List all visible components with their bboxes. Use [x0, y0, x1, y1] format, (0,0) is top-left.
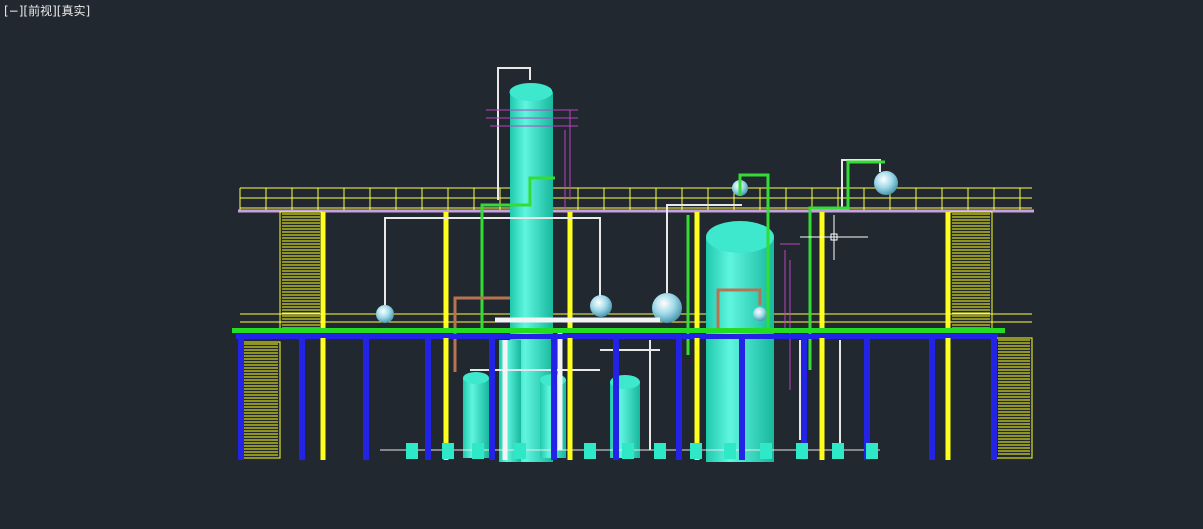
pump-icon — [866, 443, 878, 459]
pump-icon — [796, 443, 808, 459]
mid-platform-deck — [232, 328, 1005, 333]
viewport-view-control[interactable]: [前视] — [23, 4, 56, 18]
pump-icon — [406, 443, 878, 459]
stair-icon — [998, 339, 1030, 455]
pump-icon — [690, 443, 702, 459]
pump-icon — [442, 443, 454, 459]
stair-icon — [242, 343, 278, 456]
pump-icon — [654, 443, 666, 459]
blue-steel-columns — [238, 336, 997, 460]
pump-icon — [622, 443, 634, 459]
pump-icon — [472, 443, 484, 459]
upper-yellow-columns — [320, 212, 951, 330]
viewport-controls[interactable]: [−][前视][真实] — [4, 3, 90, 19]
pump-icon — [832, 443, 844, 459]
viewport-visual-style-control[interactable]: [真实] — [57, 4, 90, 18]
model-viewport[interactable]: [−][前视][真实] — [0, 0, 1203, 529]
pump-icon — [724, 443, 736, 459]
lower-right-stair — [995, 337, 1033, 459]
pump-icon — [584, 443, 596, 459]
pump-icon — [514, 443, 526, 459]
stair-icon — [282, 213, 320, 329]
viewport-minimize-control[interactable]: [−] — [4, 4, 23, 18]
stair-icon — [952, 213, 990, 329]
pump-icon — [406, 443, 418, 459]
upper-rail-posts — [239, 188, 1021, 210]
pump-icon — [760, 443, 772, 459]
upper-deck-handrail — [240, 187, 1032, 209]
plant-model-drawing[interactable] — [0, 0, 1203, 529]
